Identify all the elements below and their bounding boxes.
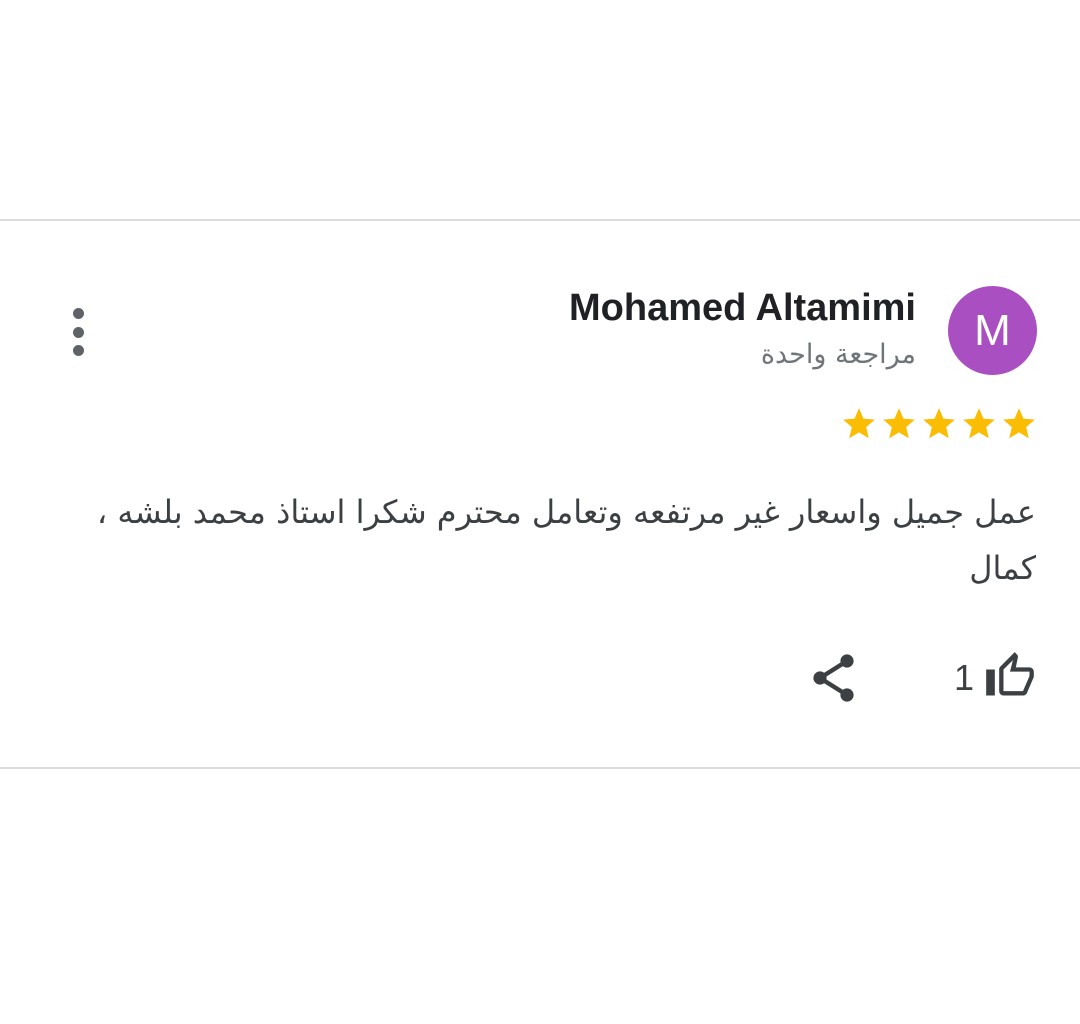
star-rating (840, 405, 1038, 443)
star-icon (883, 408, 915, 439)
star-icon (963, 408, 995, 439)
review-text: عمل جميل واسعار غير مرتفعه وتعامل محترم … (96, 493, 1036, 587)
star-icon (923, 408, 955, 439)
more-vert-icon (72, 308, 84, 319)
more-vert-icon-dot (72, 326, 84, 338)
like-count: 1 (953, 657, 974, 698)
star-icon (1003, 408, 1035, 439)
more-options-button[interactable] (58, 300, 98, 364)
reviewer-name[interactable]: Mohamed Altamimi (569, 286, 916, 330)
reviewer-review-count: مراجعة واحدة (760, 339, 916, 370)
more-vert-icon-dot (72, 345, 84, 356)
like-button[interactable]: 1 (954, 650, 1036, 706)
review-page: M Mohamed Altamimi مراجعة واحدة عمل جميل… (0, 0, 1080, 1024)
top-divider (0, 219, 1080, 221)
share-icon (813, 654, 854, 702)
thumb-up-icon (984, 650, 1036, 706)
star-icon (843, 408, 875, 439)
share-button[interactable] (810, 652, 858, 704)
avatar[interactable]: M (948, 286, 1037, 375)
bottom-divider (0, 767, 1080, 769)
